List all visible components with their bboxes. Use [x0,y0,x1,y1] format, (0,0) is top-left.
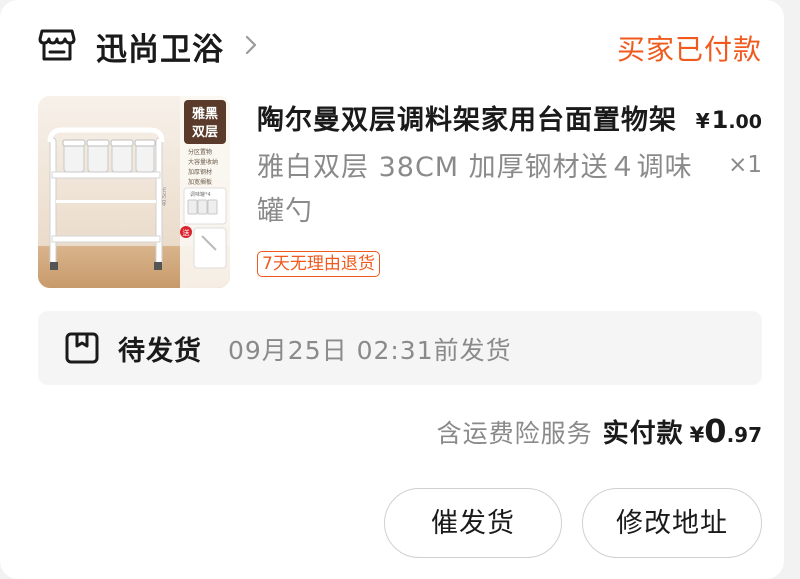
thumb-feature-2: 大容量收纳 [188,158,218,166]
paid-amount-decimal: .97 [726,423,762,447]
shipping-status-panel[interactable]: 待发货 09月25日 02:31前发货 [38,311,762,385]
shop-icon[interactable] [38,27,76,63]
paid-amount-symbol: ¥ [689,423,705,447]
paid-amount-integer: 0 [704,412,727,450]
package-box-icon [65,332,99,364]
chevron-right-icon[interactable] [244,34,258,56]
change-address-button[interactable]: 修改地址 [582,488,762,558]
product-thumbnail[interactable]: 雅黑 双层 分区置物 大容量收纳 加厚钢材 加宽搁板 调味罐*4 送 40.5c… [38,96,230,288]
order-card: 迅尚卫浴 买家已付款 雅黑 双层 分区置物 大容量收纳 加厚钢材 加宽搁板 调味… [0,0,784,579]
shipping-insurance-note: 含运费险服务 [436,419,593,448]
product-title[interactable]: 陶尔曼双层调料架家用台面置物架 [257,98,687,137]
payment-summary: 含运费险服务 实付款 ¥0.97 [437,412,762,452]
unit-price: ¥1.00 [696,106,762,134]
thumb-bundle-label: 调味罐*4 [190,191,211,198]
product-variant: 雅白双层 38CM 加厚钢材送４调味罐勺 [257,152,693,227]
urge-shipping-button[interactable]: 催发货 [384,488,562,558]
order-status: 买家已付款 [616,33,762,66]
price-decimal: .00 [728,111,762,133]
thumb-feature-4: 加宽搁板 [188,178,212,186]
thumb-label-line2: 双层 [192,125,218,140]
thumb-dimension: 40.5cm [162,187,168,206]
shop-name[interactable]: 迅尚卫浴 [96,24,224,69]
paid-amount: ¥0.97 [690,412,762,450]
thumb-feature-1: 分区置物 [188,148,212,156]
price-integer: 1 [711,106,729,134]
paid-label: 实付款 [602,419,684,449]
shipping-deadline: 09月25日 02:31前发货 [228,336,512,365]
return-policy-badge: 7天无理由退货 [257,251,380,277]
thumb-label-line1: 雅黑 [192,106,218,122]
price-symbol: ¥ [695,109,710,133]
thumb-feature-3: 加厚钢材 [188,168,212,176]
shipping-status: 待发货 [118,336,202,367]
product-quantity: ×1 [728,152,762,178]
spice-rack-image: 雅黑 双层 分区置物 大容量收纳 加厚钢材 加宽搁板 调味罐*4 送 40.5c… [38,96,230,288]
thumb-gift-tag: 送 [183,228,190,237]
